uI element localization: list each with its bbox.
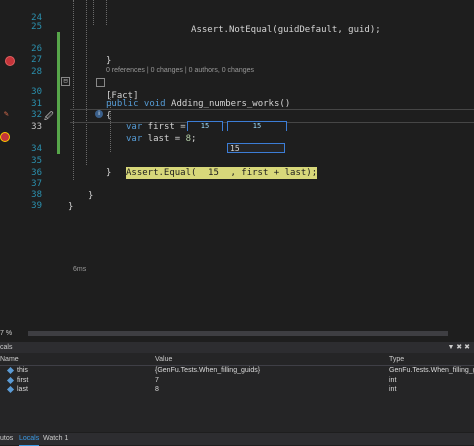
- variable-icon: [6, 385, 15, 394]
- code-line: 34 6ms Assert.Equal(15, first + last);: [0, 131, 474, 273]
- table-row[interactable]: this {GenFu.Tests.When_filling_guids} Ge…: [0, 366, 474, 375]
- panel-header: cals ▼ ✖ ✖: [0, 342, 474, 353]
- debug-tabs: utos Locals Watch 1: [0, 433, 474, 446]
- code-line: 28 i [Fact]: [31, 67, 139, 118]
- code-line: 27: [31, 55, 42, 65]
- tab-locals[interactable]: Locals: [19, 433, 40, 446]
- code-line: 35 }: [31, 156, 112, 178]
- panel-title: cals: [0, 344, 13, 351]
- code-line: 32 var first = 7;: [31, 110, 202, 132]
- column-headers: Name Value Type: [0, 355, 474, 366]
- code-line: 33 var last = 8;: [31, 122, 197, 144]
- code-editor[interactable]: ✎ 🖉 ⊟ 24 Assert.NotEqual(guidDefault, gu…: [0, 0, 474, 325]
- horizontal-scrollbar[interactable]: [28, 331, 448, 336]
- panel-controls[interactable]: ▼ ✖ ✖: [447, 342, 470, 353]
- tab-watch-1[interactable]: Watch 1: [43, 433, 68, 445]
- column-name[interactable]: Name: [0, 355, 19, 365]
- variable-icon: [6, 366, 15, 375]
- locals-panel: cals ▼ ✖ ✖ Name Value Type this {GenFu.T…: [0, 342, 474, 432]
- codelens[interactable]: 0 references | 0 changes | 0 authors, 0 …: [106, 67, 254, 74]
- elapsed-time: 6ms: [73, 266, 87, 273]
- variable-icon: [6, 376, 15, 385]
- column-value[interactable]: Value: [155, 355, 172, 365]
- inline-value-hint: 15: [227, 121, 287, 131]
- tab-autos[interactable]: utos: [0, 433, 13, 445]
- zoom-level[interactable]: 7 %: [0, 327, 12, 340]
- inline-value-hint: 15: [187, 121, 223, 131]
- code-line: 25: [31, 22, 42, 32]
- code-line: 30 public void Adding_numbers_works(): [31, 87, 291, 109]
- column-type[interactable]: Type: [389, 355, 404, 365]
- table-row[interactable]: last 8 int: [0, 385, 474, 394]
- code-line: 39: [31, 201, 42, 211]
- table-row[interactable]: first 7 int: [0, 376, 474, 385]
